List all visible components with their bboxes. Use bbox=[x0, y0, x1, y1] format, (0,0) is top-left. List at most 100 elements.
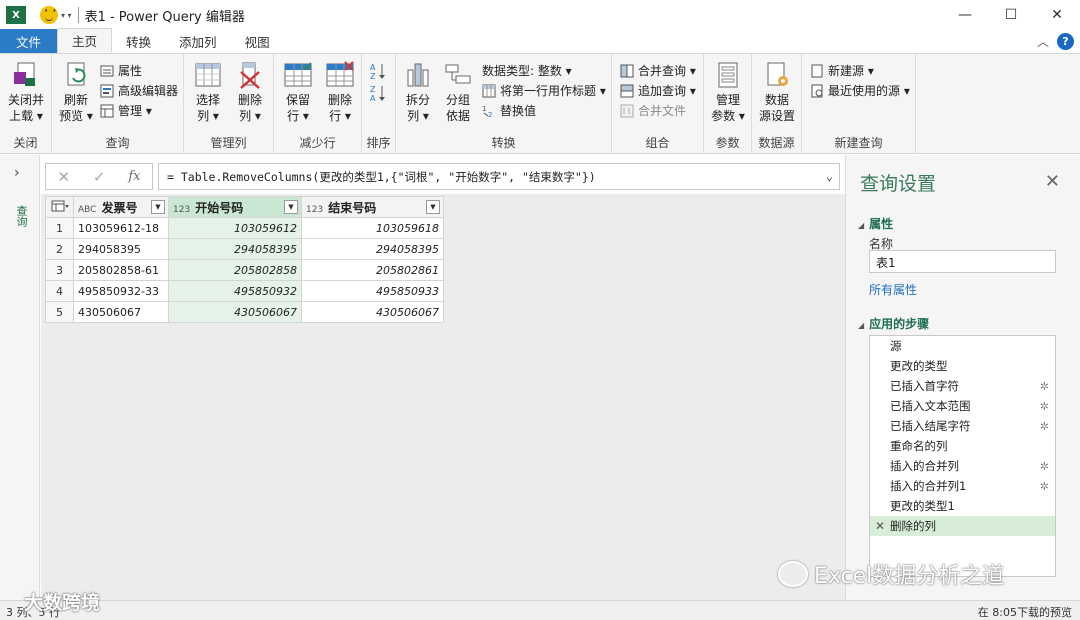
all-properties-link[interactable]: 所有属性 bbox=[869, 281, 917, 298]
query-settings-pane: 查询设置 ✕ ◢ 属性 名称 表1 所有属性 ◢ 应用的步骤 源 更改的类型 已插入… bbox=[845, 155, 1080, 600]
group-by-button[interactable]: 分组 依据 bbox=[440, 60, 476, 124]
use-first-row-headers-button[interactable]: 将第一行用作标题 ▾ bbox=[482, 82, 606, 99]
recent-sources-button[interactable]: 最近使用的源 ▾ bbox=[810, 82, 910, 99]
step-item-active[interactable]: ✕ 删除的列 bbox=[870, 516, 1055, 536]
step-settings-gear-icon[interactable]: ✲ bbox=[1040, 380, 1049, 393]
sort-descending-button[interactable]: ZA bbox=[370, 84, 386, 103]
step-item[interactable]: 更改的类型1 bbox=[870, 496, 1055, 516]
column-header-end-number[interactable]: 123 结束号码 ▼ bbox=[301, 196, 444, 218]
step-item[interactable]: 已插入首字符 ✲ bbox=[870, 376, 1055, 396]
number-type-icon[interactable]: 123 bbox=[173, 205, 190, 215]
column-name: 发票号 bbox=[101, 200, 138, 215]
table-cell[interactable]: 294058395 bbox=[301, 238, 444, 260]
manage-parameters-button[interactable]: 管理 参数 ▾ bbox=[708, 60, 748, 124]
table-cell[interactable]: 294058395 bbox=[168, 238, 302, 260]
table-row[interactable]: 1 103059612-18 103059612 103059618 bbox=[45, 217, 444, 239]
table-cell[interactable]: 495850932-33 bbox=[73, 280, 169, 302]
table-row[interactable]: 5 430506067 430506067 430506067 bbox=[45, 301, 444, 323]
expand-formula-chevron-icon[interactable]: ⌄ bbox=[826, 169, 833, 183]
table-cell[interactable]: 430506067 bbox=[301, 301, 444, 323]
column-header-invoice[interactable]: ABC 发票号 ▼ bbox=[73, 196, 169, 218]
step-item[interactable]: 源 bbox=[870, 336, 1055, 356]
table-row[interactable]: 4 495850932-33 495850932 495850933 bbox=[45, 280, 444, 302]
number-type-icon[interactable]: 123 bbox=[306, 205, 323, 215]
tab-file[interactable]: 文件 bbox=[0, 29, 58, 53]
formula-input[interactable]: = Table.RemoveColumns(更改的类型1,{"词根", "开始数… bbox=[158, 163, 840, 190]
applied-steps-header[interactable]: ◢ 应用的步骤 bbox=[858, 315, 929, 332]
table-cell[interactable]: 495850932 bbox=[168, 280, 302, 302]
table-cell[interactable]: 205802861 bbox=[301, 259, 444, 281]
cancel-formula-icon[interactable]: ✕ bbox=[57, 168, 70, 186]
remove-rows-button[interactable]: 删除 行 ▾ bbox=[320, 60, 360, 124]
collapse-triangle-icon[interactable]: ◢ bbox=[858, 321, 864, 330]
table-cell[interactable]: 103059612-18 bbox=[73, 217, 169, 239]
step-item[interactable]: 插入的合并列1 ✲ bbox=[870, 476, 1055, 496]
advanced-editor-button[interactable]: 高级编辑器 bbox=[100, 82, 178, 99]
remove-columns-button[interactable]: 删除 列 ▾ bbox=[230, 60, 270, 124]
table-cell[interactable]: 103059612 bbox=[168, 217, 302, 239]
quick-access-dropdown-icon[interactable]: ▾ ▾ bbox=[61, 11, 72, 20]
close-and-load-button[interactable]: 关闭并 上载 ▾ bbox=[4, 60, 48, 124]
table-cell[interactable]: 103059618 bbox=[301, 217, 444, 239]
step-settings-gear-icon[interactable]: ✲ bbox=[1040, 420, 1049, 433]
filter-dropdown-icon[interactable]: ▼ bbox=[426, 200, 440, 214]
properties-button[interactable]: 属性 bbox=[100, 62, 142, 79]
data-source-settings-button[interactable]: 数据 源设置 bbox=[756, 60, 798, 124]
merge-queries-button[interactable]: 合并查询 ▾ bbox=[620, 62, 696, 79]
table-cell[interactable]: 205802858 bbox=[168, 259, 302, 281]
tab-add-column[interactable]: 添加列 bbox=[165, 29, 231, 53]
properties-section-header[interactable]: ◢ 属性 bbox=[858, 215, 893, 232]
new-source-button[interactable]: 新建源 ▾ bbox=[810, 62, 874, 79]
table-row[interactable]: 2 294058395 294058395 294058395 bbox=[45, 238, 444, 260]
step-settings-gear-icon[interactable]: ✲ bbox=[1040, 460, 1049, 473]
query-name-input[interactable]: 表1 bbox=[869, 250, 1056, 273]
step-settings-gear-icon[interactable]: ✲ bbox=[1040, 400, 1049, 413]
replace-values-button[interactable]: 12 替换值 bbox=[482, 102, 536, 119]
maximize-button[interactable]: ☐ bbox=[988, 0, 1034, 30]
close-window-button[interactable]: ✕ bbox=[1034, 0, 1080, 30]
help-icon[interactable]: ? bbox=[1057, 33, 1074, 50]
expand-queries-chevron-icon[interactable]: › bbox=[14, 165, 20, 181]
table-cell[interactable]: 205802858-61 bbox=[73, 259, 169, 281]
sort-ascending-icon: AZ bbox=[370, 62, 386, 81]
collapse-ribbon-icon[interactable]: ︿ bbox=[1037, 33, 1049, 50]
manage-query-button[interactable]: 管理 ▾ bbox=[100, 102, 152, 119]
tab-transform[interactable]: 转换 bbox=[112, 29, 165, 53]
refresh-preview-button[interactable]: 刷新 预览 ▾ bbox=[56, 60, 96, 124]
close-settings-icon[interactable]: ✕ bbox=[1045, 171, 1060, 192]
column-header-start-number[interactable]: 123 开始号码 ▼ bbox=[168, 196, 302, 218]
filter-dropdown-icon[interactable]: ▼ bbox=[151, 200, 165, 214]
choose-columns-button[interactable]: 选择 列 ▾ bbox=[188, 60, 228, 124]
step-settings-gear-icon[interactable]: ✲ bbox=[1040, 480, 1049, 493]
fx-icon[interactable]: fx bbox=[128, 169, 140, 184]
queries-pane-label[interactable]: 查询 bbox=[13, 205, 29, 227]
step-item[interactable]: 更改的类型 bbox=[870, 356, 1055, 376]
minimize-button[interactable]: — bbox=[942, 0, 988, 30]
step-item[interactable]: 已插入结尾字符 ✲ bbox=[870, 416, 1055, 436]
feedback-smiley-icon[interactable] bbox=[40, 6, 58, 24]
table-cell[interactable]: 430506067 bbox=[73, 301, 169, 323]
excel-icon[interactable]: X bbox=[6, 6, 26, 24]
step-item[interactable]: 插入的合并列 ✲ bbox=[870, 456, 1055, 476]
table-cell[interactable]: 294058395 bbox=[73, 238, 169, 260]
delete-step-icon[interactable]: ✕ bbox=[875, 519, 885, 533]
combine-files-button[interactable]: 合并文件 bbox=[620, 102, 686, 119]
filter-dropdown-icon[interactable]: ▼ bbox=[284, 200, 298, 214]
table-row[interactable]: 3 205802858-61 205802858 205802861 bbox=[45, 259, 444, 281]
tab-home[interactable]: 主页 bbox=[57, 28, 113, 53]
split-column-label-2: 列 ▾ bbox=[407, 109, 429, 123]
confirm-formula-icon[interactable]: ✓ bbox=[93, 168, 106, 186]
tab-view[interactable]: 视图 bbox=[231, 29, 284, 53]
table-cell[interactable]: 495850933 bbox=[301, 280, 444, 302]
split-column-button[interactable]: 拆分 列 ▾ bbox=[400, 60, 436, 124]
collapse-triangle-icon[interactable]: ◢ bbox=[858, 221, 864, 230]
sort-ascending-button[interactable]: AZ bbox=[370, 62, 386, 81]
keep-rows-button[interactable]: 保留 行 ▾ bbox=[278, 60, 318, 124]
append-queries-button[interactable]: 追加查询 ▾ bbox=[620, 82, 696, 99]
table-menu-button[interactable] bbox=[45, 196, 74, 218]
data-type-dropdown[interactable]: 数据类型: 整数 ▾ bbox=[482, 62, 572, 79]
text-type-icon[interactable]: ABC bbox=[78, 205, 96, 215]
table-cell[interactable]: 430506067 bbox=[168, 301, 302, 323]
step-item[interactable]: 已插入文本范围 ✲ bbox=[870, 396, 1055, 416]
step-item[interactable]: 重命名的列 bbox=[870, 436, 1055, 456]
